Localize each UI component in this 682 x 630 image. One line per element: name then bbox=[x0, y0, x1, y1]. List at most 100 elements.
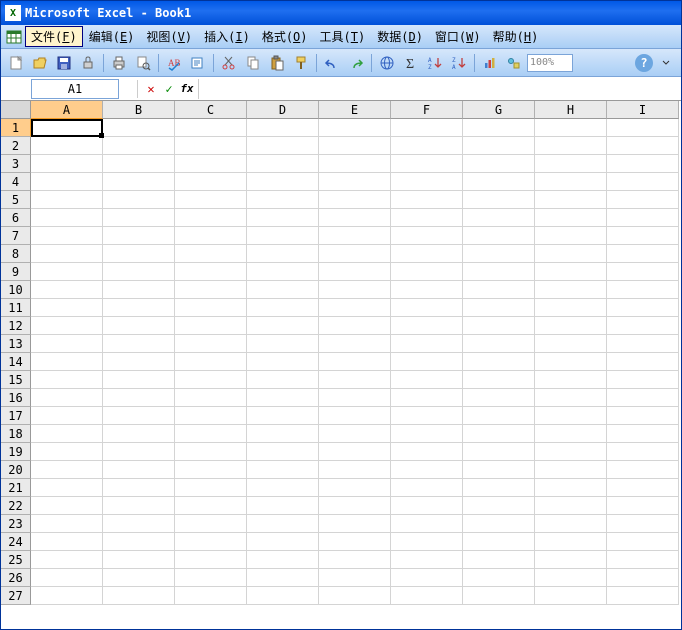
cell[interactable] bbox=[319, 551, 391, 569]
cell[interactable] bbox=[319, 353, 391, 371]
cell[interactable] bbox=[607, 389, 679, 407]
cell[interactable] bbox=[607, 299, 679, 317]
cell[interactable] bbox=[31, 173, 103, 191]
new-icon[interactable] bbox=[5, 52, 27, 74]
cell[interactable] bbox=[391, 371, 463, 389]
cell[interactable] bbox=[31, 551, 103, 569]
cell[interactable] bbox=[103, 137, 175, 155]
sort-desc-icon[interactable]: ZA bbox=[448, 52, 470, 74]
menu-h[interactable]: 帮助(H) bbox=[487, 26, 545, 47]
cell[interactable] bbox=[175, 263, 247, 281]
cell[interactable] bbox=[103, 263, 175, 281]
cell[interactable] bbox=[247, 191, 319, 209]
cell[interactable] bbox=[463, 137, 535, 155]
cell[interactable] bbox=[463, 461, 535, 479]
cell[interactable] bbox=[175, 389, 247, 407]
cell[interactable] bbox=[103, 407, 175, 425]
cell[interactable] bbox=[103, 335, 175, 353]
cell[interactable] bbox=[31, 227, 103, 245]
cell[interactable] bbox=[391, 263, 463, 281]
cell[interactable] bbox=[175, 191, 247, 209]
cell[interactable] bbox=[319, 263, 391, 281]
cell[interactable] bbox=[391, 155, 463, 173]
cell[interactable] bbox=[103, 515, 175, 533]
cell[interactable] bbox=[175, 461, 247, 479]
cell[interactable] bbox=[391, 209, 463, 227]
cell[interactable] bbox=[31, 479, 103, 497]
cell[interactable] bbox=[319, 209, 391, 227]
cell[interactable] bbox=[319, 533, 391, 551]
row-header[interactable]: 18 bbox=[1, 425, 31, 443]
cell[interactable] bbox=[607, 191, 679, 209]
cell[interactable] bbox=[535, 569, 607, 587]
cell[interactable] bbox=[175, 209, 247, 227]
cell[interactable] bbox=[463, 155, 535, 173]
cell[interactable] bbox=[319, 335, 391, 353]
cell[interactable] bbox=[319, 281, 391, 299]
cell[interactable] bbox=[391, 299, 463, 317]
select-all-corner[interactable] bbox=[1, 101, 31, 119]
column-header[interactable]: C bbox=[175, 101, 247, 119]
cell[interactable] bbox=[463, 569, 535, 587]
column-header[interactable]: B bbox=[103, 101, 175, 119]
cell[interactable] bbox=[607, 497, 679, 515]
cell[interactable] bbox=[247, 389, 319, 407]
paste-icon[interactable] bbox=[266, 52, 288, 74]
menu-f[interactable]: 文件(F) bbox=[25, 26, 83, 47]
cell[interactable] bbox=[103, 569, 175, 587]
cell[interactable] bbox=[391, 335, 463, 353]
cell[interactable] bbox=[607, 245, 679, 263]
menu-t[interactable]: 工具(T) bbox=[314, 26, 372, 47]
cell[interactable] bbox=[247, 551, 319, 569]
cell[interactable] bbox=[103, 353, 175, 371]
cell[interactable] bbox=[175, 569, 247, 587]
save-icon[interactable] bbox=[53, 52, 75, 74]
cell[interactable] bbox=[247, 533, 319, 551]
cell[interactable] bbox=[31, 119, 103, 137]
cell[interactable] bbox=[607, 335, 679, 353]
cell[interactable] bbox=[175, 533, 247, 551]
cell[interactable] bbox=[31, 371, 103, 389]
cell[interactable] bbox=[31, 317, 103, 335]
cell[interactable] bbox=[175, 515, 247, 533]
column-header[interactable]: D bbox=[247, 101, 319, 119]
row-header[interactable]: 27 bbox=[1, 587, 31, 605]
row-header[interactable]: 8 bbox=[1, 245, 31, 263]
cell[interactable] bbox=[463, 443, 535, 461]
column-header[interactable]: I bbox=[607, 101, 679, 119]
cell[interactable] bbox=[247, 317, 319, 335]
cell[interactable] bbox=[391, 497, 463, 515]
cell[interactable] bbox=[247, 227, 319, 245]
cell[interactable] bbox=[31, 443, 103, 461]
cell[interactable] bbox=[607, 551, 679, 569]
cell[interactable] bbox=[31, 281, 103, 299]
cell[interactable] bbox=[391, 119, 463, 137]
cell[interactable] bbox=[607, 317, 679, 335]
cell[interactable] bbox=[607, 227, 679, 245]
cell[interactable] bbox=[535, 119, 607, 137]
cell[interactable] bbox=[31, 569, 103, 587]
cell[interactable] bbox=[607, 569, 679, 587]
cell[interactable] bbox=[103, 479, 175, 497]
cell[interactable] bbox=[175, 479, 247, 497]
row-header[interactable]: 2 bbox=[1, 137, 31, 155]
cell[interactable] bbox=[391, 389, 463, 407]
cell[interactable] bbox=[391, 551, 463, 569]
cell[interactable] bbox=[319, 443, 391, 461]
cell[interactable] bbox=[463, 407, 535, 425]
cell[interactable] bbox=[103, 317, 175, 335]
row-header[interactable]: 21 bbox=[1, 479, 31, 497]
sort-asc-icon[interactable]: AZ bbox=[424, 52, 446, 74]
cell[interactable] bbox=[463, 281, 535, 299]
menu-i[interactable]: 插入(I) bbox=[198, 26, 256, 47]
cell[interactable] bbox=[175, 245, 247, 263]
cell[interactable] bbox=[175, 155, 247, 173]
cell[interactable] bbox=[535, 155, 607, 173]
name-box[interactable]: A1 bbox=[31, 79, 119, 99]
permission-icon[interactable] bbox=[77, 52, 99, 74]
row-header[interactable]: 9 bbox=[1, 263, 31, 281]
cell[interactable] bbox=[103, 209, 175, 227]
cell[interactable] bbox=[247, 353, 319, 371]
cell[interactable] bbox=[391, 227, 463, 245]
cell[interactable] bbox=[319, 497, 391, 515]
